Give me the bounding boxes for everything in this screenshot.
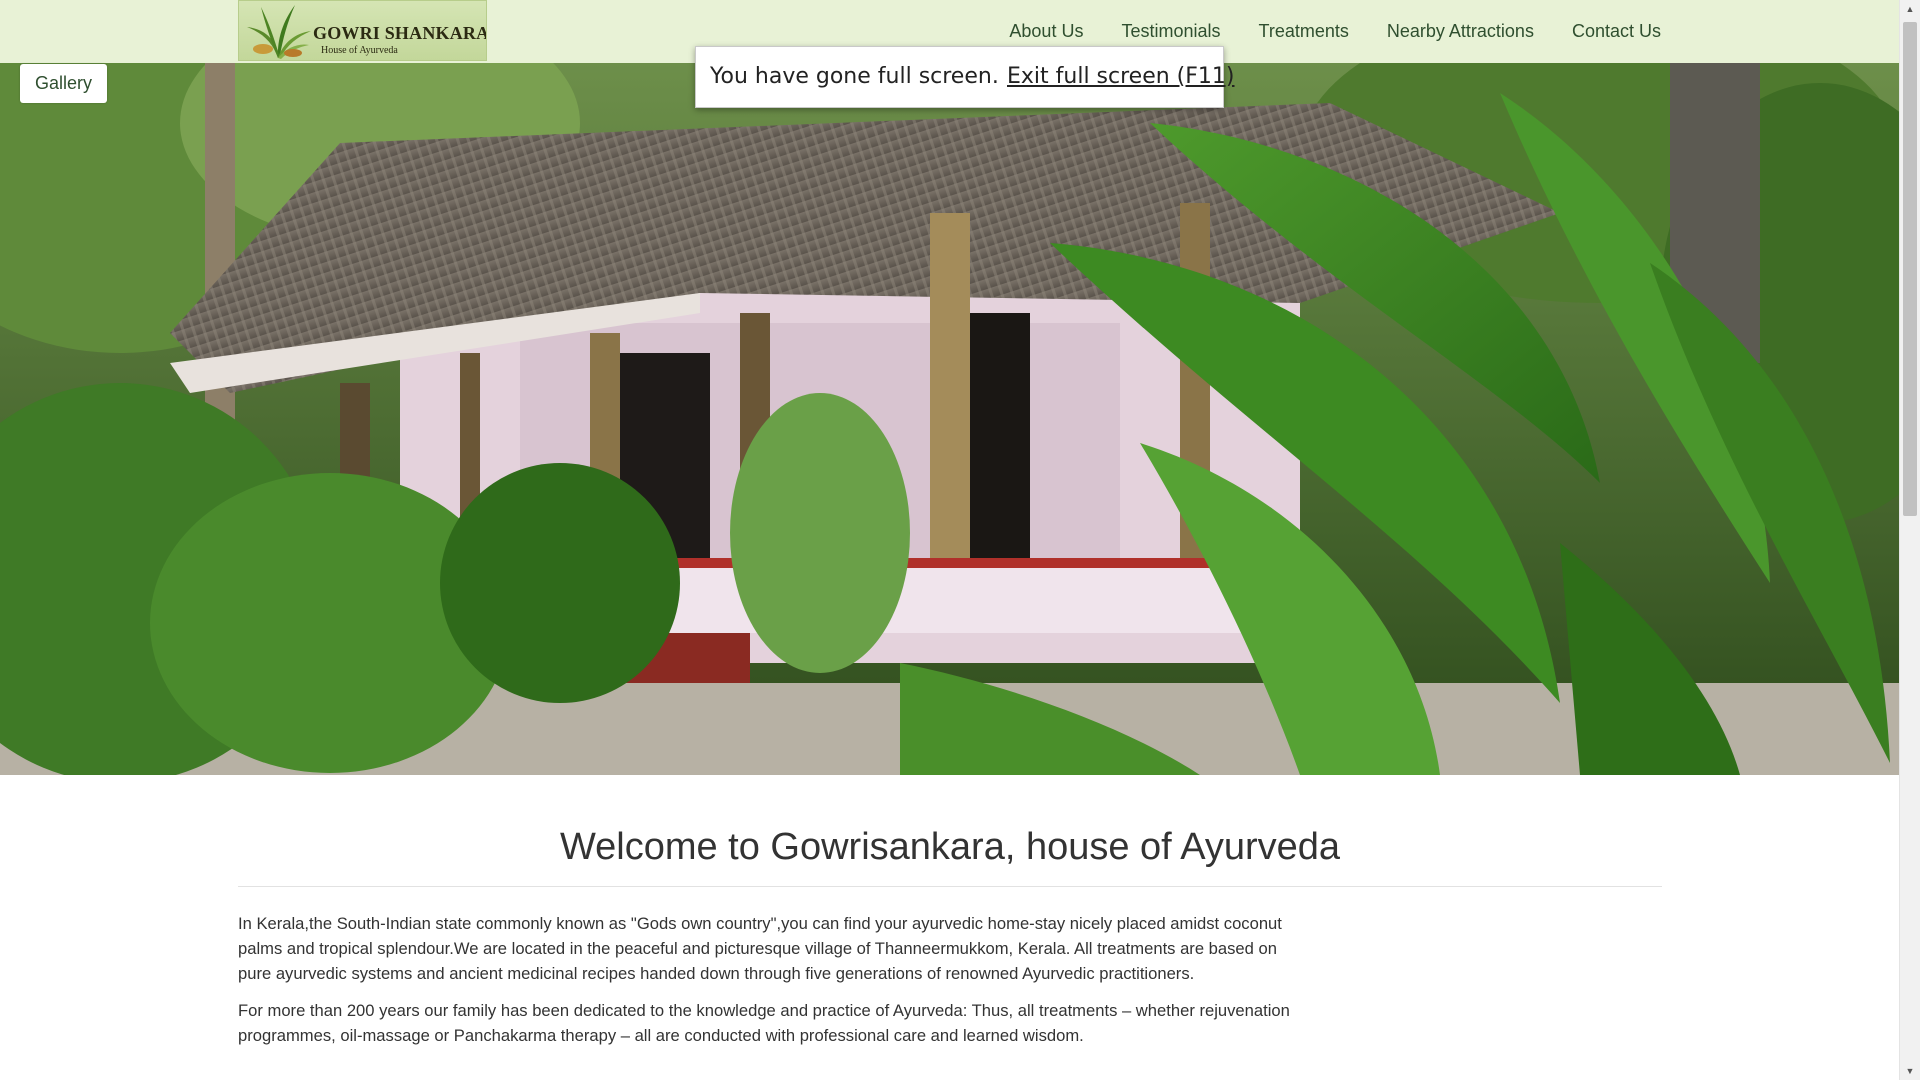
main-content: Welcome to Gowrisankara, house of Ayurve… xyxy=(238,775,1662,1048)
fullscreen-notice: You have gone full screen. Exit full scr… xyxy=(695,46,1235,108)
gallery-button[interactable]: Gallery xyxy=(20,64,108,103)
house-garden-photo xyxy=(0,63,1899,775)
page-title: Welcome to Gowrisankara, house of Ayurve… xyxy=(559,826,1341,868)
hero-image xyxy=(0,63,1899,775)
fullscreen-message: You have gone full screen. xyxy=(710,64,999,89)
nav-testimonials[interactable]: Testimonials xyxy=(1102,20,1239,42)
main-nav: About Us Testimonials Treatments Nearby … xyxy=(990,20,1661,42)
scroll-up-arrow-icon[interactable]: ▲ xyxy=(1900,0,1920,18)
logo-title: GOWRI SHANKARA xyxy=(313,23,487,43)
nav-contact-us[interactable]: Contact Us xyxy=(1553,20,1661,42)
exit-fullscreen-link[interactable]: Exit full screen (F11) xyxy=(1007,64,1235,89)
nav-treatments[interactable]: Treatments xyxy=(1240,20,1368,42)
scrollbar-thumb[interactable] xyxy=(1903,22,1917,516)
page: GOWRI SHANKARA House of Ayurveda About U… xyxy=(0,0,1899,1080)
history-paragraph: For more than 200 years our family has b… xyxy=(238,1001,1290,1045)
scroll-down-arrow-icon[interactable]: ▼ xyxy=(1900,1062,1920,1080)
nav-nearby-attractions[interactable]: Nearby Attractions xyxy=(1368,20,1553,42)
logo-subtitle: House of Ayurveda xyxy=(321,45,398,56)
title-divider xyxy=(238,886,1662,887)
leaf-logo-icon xyxy=(247,5,311,59)
vertical-scrollbar[interactable]: ▲ ▼ xyxy=(1899,0,1920,1080)
nav-about-us[interactable]: About Us xyxy=(990,20,1102,42)
site-logo[interactable]: GOWRI SHANKARA House of Ayurveda xyxy=(238,0,487,61)
intro-paragraph: In Kerala,the South-Indian state commonl… xyxy=(238,914,1282,983)
